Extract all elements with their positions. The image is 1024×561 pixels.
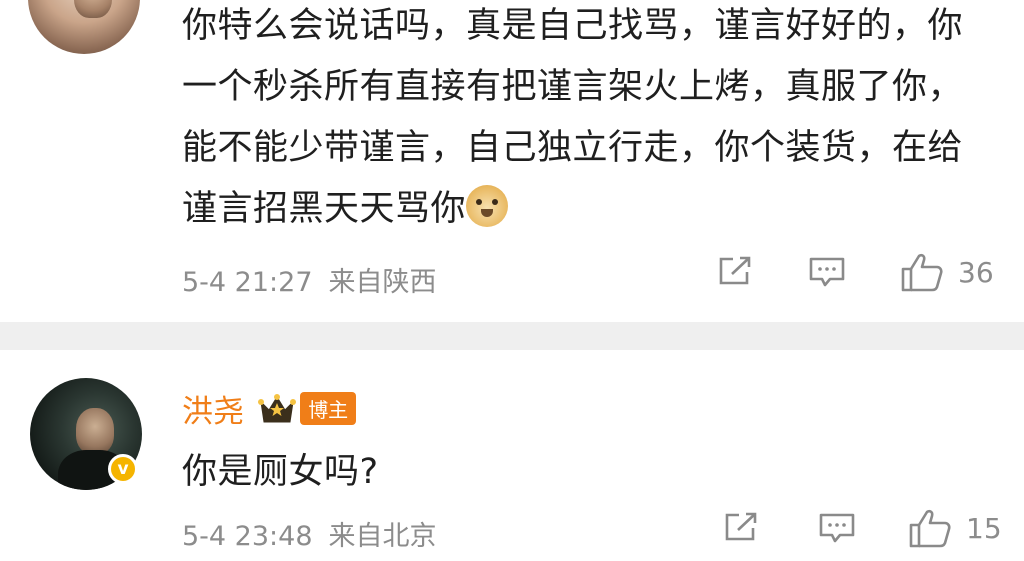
comment-time: 5-4 23:48 (182, 521, 313, 552)
like-icon[interactable] (908, 508, 952, 548)
comment-item: 你特么会说话吗，真是自己找骂，谨言好好的，你一个秒杀所有直接有把谨言架火上烤，真… (0, 0, 1024, 322)
comment-location: 来自北京 (328, 521, 437, 552)
username[interactable]: 洪尧 (182, 394, 244, 430)
avatar-figure (74, 0, 112, 18)
share-icon[interactable] (718, 256, 752, 286)
comment-divider (0, 322, 1024, 350)
author-row: 洪尧 博主 (182, 386, 357, 430)
blogger-badge: 博主 (300, 392, 357, 425)
comment-meta: 5-4 23:48 来自北京 (182, 514, 453, 553)
reply-icon[interactable] (808, 256, 846, 288)
avatar-figure (76, 408, 114, 454)
verified-icon: v (108, 454, 138, 484)
comment-time: 5-4 21:27 (182, 267, 313, 298)
comment-item: v 洪尧 博主 你是厕女吗? 5-4 23:48 来自北京 15 (0, 350, 1024, 561)
comment-location: 来自陕西 (328, 267, 437, 298)
comment-meta: 5-4 21:27 来自陕西 (182, 260, 453, 299)
crown-icon (258, 393, 297, 422)
reply-icon[interactable] (818, 512, 856, 544)
comment-text: 你特么会说话吗，真是自己找骂，谨言好好的，你一个秒杀所有直接有把谨言架火上烤，真… (182, 0, 972, 240)
like-count: 36 (958, 256, 994, 289)
avatar[interactable] (28, 0, 140, 54)
comment-text: 你是厕女吗? (182, 452, 379, 492)
like-count: 15 (966, 512, 1002, 545)
share-icon[interactable] (724, 512, 758, 542)
comment-text-content: 你特么会说话吗，真是自己找骂，谨言好好的，你一个秒杀所有直接有把谨言架火上烤，真… (182, 6, 964, 229)
doge-emoji-icon (466, 185, 509, 227)
like-icon[interactable] (900, 252, 944, 292)
